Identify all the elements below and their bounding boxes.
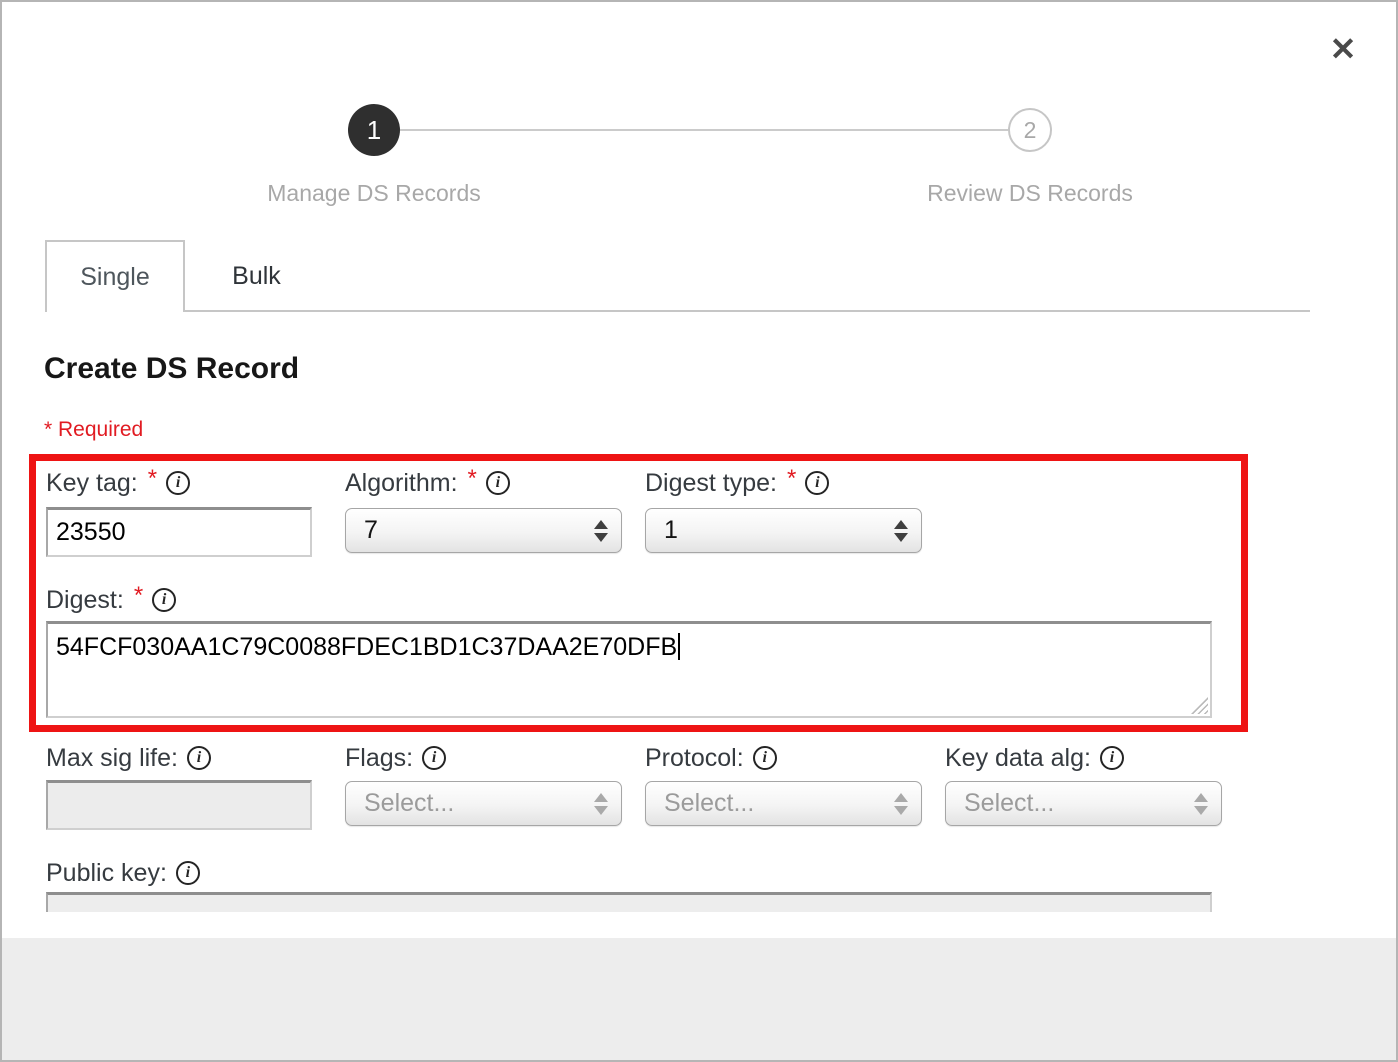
digest-label: Digest: *	[46, 585, 176, 615]
key-data-alg-label: Key data alg:	[945, 743, 1124, 773]
algorithm-select[interactable]: 7	[345, 508, 622, 553]
protocol-label: Protocol:	[645, 743, 777, 773]
key-data-alg-select-value: Select...	[946, 789, 1221, 818]
required-asterisk: *	[148, 465, 157, 493]
select-arrows-icon	[594, 520, 608, 542]
digest-textarea[interactable]: 54FCF030AA1C79C0088FDEC1BD1C37DAA2E70DFB	[46, 621, 1212, 718]
info-icon[interactable]	[166, 471, 190, 495]
key-data-alg-select[interactable]: Select...	[945, 781, 1222, 826]
digest-label-text: Digest:	[46, 586, 124, 615]
key-tag-label-text: Key tag:	[46, 469, 138, 498]
resize-handle[interactable]	[1191, 697, 1208, 714]
select-arrows-icon	[1194, 793, 1208, 815]
select-arrows-icon	[894, 793, 908, 815]
tab-single[interactable]: Single	[45, 240, 185, 312]
modal-footer: Cancel Back Next	[2, 938, 1396, 1060]
info-icon[interactable]	[1100, 746, 1124, 770]
create-ds-record-modal: ✕ 1 2 Manage DS Records Review DS Record…	[0, 0, 1398, 1062]
tab-underline	[185, 310, 1310, 312]
protocol-label-text: Protocol:	[645, 744, 744, 773]
step-1-indicator: 1	[348, 104, 400, 156]
digest-type-select[interactable]: 1	[645, 508, 922, 553]
key-tag-input[interactable]	[46, 507, 312, 557]
tab-bulk[interactable]: Bulk	[185, 240, 328, 312]
public-key-label: Public key:	[46, 858, 200, 888]
info-icon[interactable]	[422, 746, 446, 770]
text-caret	[678, 633, 680, 660]
info-icon[interactable]	[187, 746, 211, 770]
flags-label-text: Flags:	[345, 744, 413, 773]
select-arrows-icon	[594, 793, 608, 815]
select-arrows-icon	[894, 520, 908, 542]
digest-value: 54FCF030AA1C79C0088FDEC1BD1C37DAA2E70DFB	[56, 633, 677, 661]
info-icon[interactable]	[176, 861, 200, 885]
info-icon[interactable]	[753, 746, 777, 770]
flags-select[interactable]: Select...	[345, 781, 622, 826]
required-note: * Required	[44, 418, 143, 442]
info-icon[interactable]	[805, 471, 829, 495]
key-tag-label: Key tag: *	[46, 468, 190, 498]
flags-label: Flags:	[345, 743, 446, 773]
stepper-connector-line	[400, 129, 1008, 131]
key-data-alg-label-text: Key data alg:	[945, 744, 1091, 773]
public-key-label-text: Public key:	[46, 859, 167, 888]
max-sig-life-label-text: Max sig life:	[46, 744, 178, 773]
page-title: Create DS Record	[44, 352, 299, 386]
protocol-select[interactable]: Select...	[645, 781, 922, 826]
info-icon[interactable]	[486, 471, 510, 495]
public-key-textarea[interactable]	[46, 892, 1212, 912]
digest-type-label: Digest type: *	[645, 468, 829, 498]
protocol-select-value: Select...	[646, 789, 921, 818]
required-asterisk: *	[134, 582, 143, 610]
digest-type-label-text: Digest type:	[645, 469, 777, 498]
digest-type-select-value: 1	[646, 516, 921, 545]
algorithm-select-value: 7	[346, 516, 621, 545]
algorithm-label: Algorithm: *	[345, 468, 510, 498]
max-sig-life-label: Max sig life:	[46, 743, 211, 773]
algorithm-label-text: Algorithm:	[345, 469, 458, 498]
required-asterisk: *	[787, 465, 796, 493]
flags-select-value: Select...	[346, 789, 621, 818]
close-icon[interactable]: ✕	[1320, 26, 1366, 72]
step-1-label: Manage DS Records	[174, 180, 574, 207]
step-2-label: Review DS Records	[830, 180, 1230, 207]
info-icon[interactable]	[152, 588, 176, 612]
step-2-indicator: 2	[1008, 108, 1052, 152]
required-asterisk: *	[468, 465, 477, 493]
max-sig-life-input[interactable]	[46, 780, 312, 830]
